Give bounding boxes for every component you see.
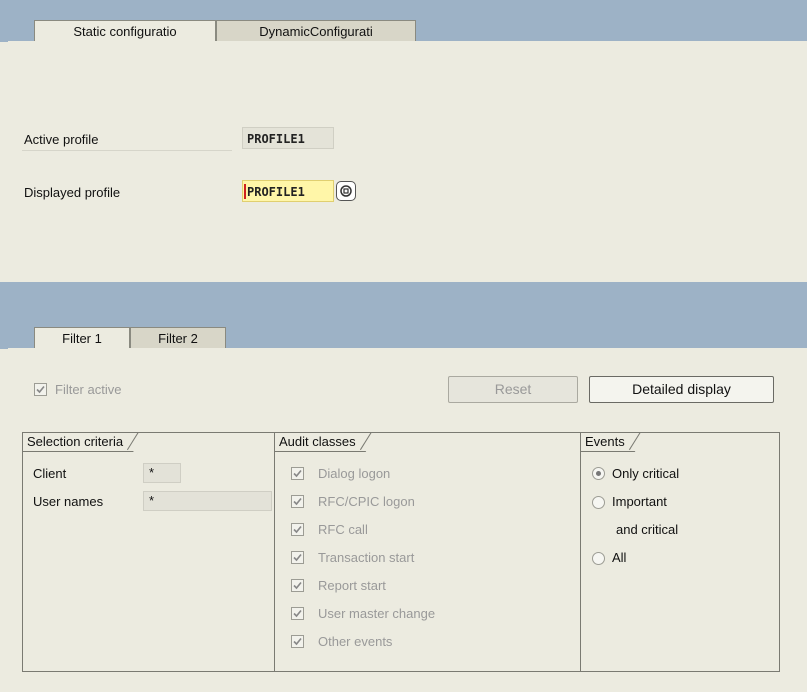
report-start-checkbox[interactable] [291, 579, 304, 592]
tab-filter-1[interactable]: Filter 1 [34, 327, 130, 349]
filter-active-label: Filter active [55, 382, 122, 397]
value-help-button[interactable] [336, 181, 356, 201]
other-events-label: Other events [318, 634, 393, 649]
client-input[interactable]: * [143, 463, 181, 483]
user-names-label: User names [33, 494, 104, 509]
active-profile-field: PROFILE1 [242, 127, 334, 149]
filter-active-checkbox[interactable] [34, 383, 47, 396]
report-start-label: Report start [318, 578, 386, 593]
only-critical-radio[interactable] [592, 467, 605, 480]
rfc-call-label: RFC call [318, 522, 368, 537]
transaction-start-checkbox[interactable] [291, 551, 304, 564]
detailed-display-button[interactable]: Detailed display [589, 376, 774, 403]
displayed-profile-label: Displayed profile [24, 185, 121, 200]
important-label: Important [612, 494, 667, 509]
user-master-change-checkbox[interactable] [291, 607, 304, 620]
tab-static-configuration[interactable]: Static configuratio [34, 20, 216, 42]
dialog-logon-label: Dialog logon [318, 466, 391, 481]
selection-criteria-title: Selection criteria [23, 433, 145, 452]
transaction-start-label: Transaction start [318, 550, 415, 565]
checkmark-icon [293, 497, 302, 506]
user-master-change-label: User master change [318, 606, 436, 621]
checkmark-icon [293, 581, 302, 590]
checkmark-icon [293, 553, 302, 562]
client-label: Client [33, 466, 67, 481]
user-names-input[interactable]: * [143, 491, 272, 511]
all-label: All [612, 550, 627, 565]
tab-dynamic-configuration[interactable]: DynamicConfigurati [216, 20, 416, 41]
rfc-call-checkbox[interactable] [291, 523, 304, 536]
displayed-profile-input[interactable]: PROFILE1 [242, 180, 334, 202]
events-group: Events [580, 432, 780, 672]
other-events-checkbox[interactable] [291, 635, 304, 648]
checkmark-icon [293, 469, 302, 478]
audit-classes-title: Audit classes [275, 433, 378, 452]
value-help-icon [340, 185, 352, 197]
only-critical-label: Only critical [612, 466, 680, 481]
reset-button[interactable]: Reset [448, 376, 578, 403]
dialog-logon-checkbox[interactable] [291, 467, 304, 480]
rfc-cpic-logon-checkbox[interactable] [291, 495, 304, 508]
checkmark-icon [36, 385, 45, 394]
rfc-cpic-logon-label: RFC/CPIC logon [318, 494, 415, 509]
tab-filter-2[interactable]: Filter 2 [130, 327, 226, 348]
all-radio[interactable] [592, 552, 605, 565]
and-critical-label: and critical [616, 522, 679, 537]
checkmark-icon [293, 637, 302, 646]
profile-panel [8, 41, 807, 282]
important-and-critical-radio[interactable] [592, 496, 605, 509]
active-profile-label: Active profile [24, 132, 99, 147]
checkmark-icon [293, 525, 302, 534]
events-title: Events [581, 433, 647, 452]
checkmark-icon [293, 609, 302, 618]
label-divider [22, 150, 232, 151]
